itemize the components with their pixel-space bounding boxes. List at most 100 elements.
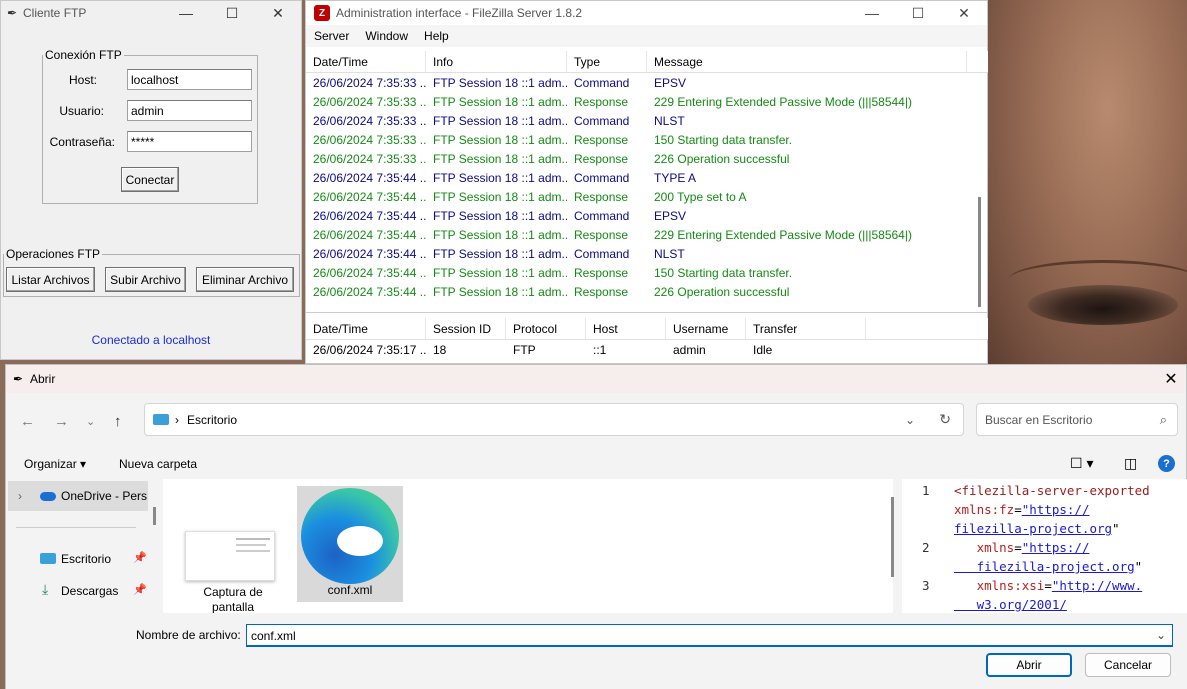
dialog-titlebar: ✒ Abrir ✕ [6, 365, 1186, 393]
log-type: Command [574, 208, 630, 223]
breadcrumb[interactable]: Escritorio [187, 413, 237, 427]
log-header-date[interactable]: Date/Time [306, 51, 426, 72]
file-name: conf.xml [327, 583, 373, 597]
log-type: Command [574, 113, 630, 128]
expand-chevron-icon[interactable]: › [18, 489, 22, 503]
onedrive-cloud-icon [40, 492, 56, 501]
log-row[interactable]: 26/06/2024 7:35:44 ... FTP Session 18 ::1… [306, 168, 988, 187]
log-type: Response [574, 284, 629, 299]
close-button[interactable]: ✕ [255, 5, 301, 22]
list-files-button[interactable]: Listar Archivos [6, 267, 95, 292]
help-icon[interactable]: ? [1158, 455, 1175, 472]
log-date: 26/06/2024 7:35:33 ... [313, 132, 426, 147]
menu-window[interactable]: Window [357, 29, 416, 43]
host-label: Host: [68, 73, 97, 87]
nav-item-descargas[interactable]: ⤓ Descargas 📌 [8, 579, 148, 603]
log-row[interactable]: 26/06/2024 7:35:44 ... FTP Session 18 ::1… [306, 244, 988, 263]
log-date: 26/06/2024 7:35:33 ... [313, 113, 426, 128]
session-header-protocol[interactable]: Protocol [506, 318, 586, 339]
session-header-date[interactable]: Date/Time [306, 318, 426, 339]
log-date: 26/06/2024 7:35:44 ... [313, 189, 426, 204]
session-header-username[interactable]: Username [666, 318, 746, 339]
view-mode-icon[interactable]: ☐ ▾ [1070, 455, 1093, 472]
nav-divider [16, 527, 136, 528]
log-header-info[interactable]: Info [426, 51, 567, 72]
refresh-icon[interactable]: ↻ [939, 411, 951, 428]
log-row[interactable]: 26/06/2024 7:35:33 ... FTP Session 18 ::1… [306, 130, 988, 149]
maximize-button[interactable]: ☐ [895, 5, 941, 22]
log-date: 26/06/2024 7:35:44 ... [313, 208, 426, 223]
nav-item-escritorio[interactable]: Escritorio 📌 [8, 547, 148, 571]
xml-token: = [1014, 502, 1022, 517]
recent-chevron-icon[interactable]: ⌄ [86, 415, 95, 428]
new-folder-button[interactable]: Nueva carpeta [119, 457, 197, 471]
up-arrow-icon[interactable]: ↑ [114, 413, 122, 430]
filezilla-menubar: Server Window Help [306, 25, 987, 47]
log-row[interactable]: 26/06/2024 7:35:33 ... FTP Session 18 ::1… [306, 92, 988, 111]
minimize-button[interactable]: — [163, 5, 209, 21]
log-row[interactable]: 26/06/2024 7:35:44 ... FTP Session 18 ::1… [306, 282, 988, 301]
minimize-button[interactable]: — [849, 5, 895, 21]
file-item-screenshot[interactable]: Captura de pantalla [181, 489, 285, 614]
address-dropdown-icon[interactable]: ⌄ [905, 413, 915, 427]
log-header-message[interactable]: Message [647, 51, 967, 72]
log-scrollbar[interactable] [978, 197, 981, 307]
log-message: 226 Operation successful [654, 151, 790, 166]
session-header: Date/Time Session ID Protocol Host Usern… [306, 318, 988, 340]
file-item-conf-xml[interactable]: conf.xml [297, 486, 403, 602]
log-date: 26/06/2024 7:35:33 ... [313, 94, 426, 109]
user-input[interactable] [127, 100, 252, 121]
log-body: 26/06/2024 7:35:33 ... FTP Session 18 ::1… [306, 73, 988, 301]
log-row[interactable]: 26/06/2024 7:35:33 ... FTP Session 18 ::1… [306, 111, 988, 130]
connection-group-label: Conexión FTP [45, 48, 122, 62]
line-number: 3 [922, 578, 930, 593]
close-button[interactable]: ✕ [941, 5, 987, 22]
nav-item-onedrive[interactable]: › OneDrive - Perso [8, 481, 148, 511]
log-type: Response [574, 132, 629, 147]
preview-line: 1 <filezilla-server-exported [902, 481, 1187, 500]
log-date: 26/06/2024 7:35:44 ... [313, 246, 426, 261]
delete-file-button[interactable]: Eliminar Archivo [196, 267, 294, 292]
log-row[interactable]: 26/06/2024 7:35:44 ... FTP Session 18 ::1… [306, 187, 988, 206]
log-row[interactable]: 26/06/2024 7:35:44 ... FTP Session 18 ::1… [306, 225, 988, 244]
upload-file-button[interactable]: Subir Archivo [105, 267, 186, 292]
log-row[interactable]: 26/06/2024 7:35:44 ... FTP Session 18 ::1… [306, 263, 988, 282]
log-row[interactable]: 26/06/2024 7:35:33 ... FTP Session 18 ::1… [306, 149, 988, 168]
filename-input[interactable]: conf.xml ⌄ [246, 624, 1173, 647]
nav-scrollbar[interactable] [153, 507, 156, 525]
session-row[interactable]: 26/06/2024 7:35:17 ... 18 FTP ::1 admin … [306, 340, 988, 359]
thumbnail-line [236, 538, 270, 540]
connect-button[interactable]: Conectar [121, 167, 179, 192]
log-type: Response [574, 265, 629, 280]
open-button[interactable]: Abrir [986, 653, 1072, 677]
pin-icon: 📌 [133, 584, 147, 596]
log-row[interactable]: 26/06/2024 7:35:33 ... FTP Session 18 ::1… [306, 73, 988, 92]
log-header-type[interactable]: Type [567, 51, 647, 72]
log-message: EPSV [654, 75, 687, 90]
file-list-scrollbar[interactable] [891, 497, 894, 577]
address-bar[interactable]: › Escritorio ⌄ ↻ [144, 403, 964, 436]
log-row[interactable]: 26/06/2024 7:35:44 ... FTP Session 18 ::1… [306, 206, 988, 225]
menu-server[interactable]: Server [306, 29, 357, 43]
menu-help[interactable]: Help [416, 29, 457, 43]
password-input[interactable] [127, 131, 252, 152]
session-header-transfer[interactable]: Transfer [746, 318, 866, 339]
log-date: 26/06/2024 7:35:33 ... [313, 75, 426, 90]
search-box[interactable]: Buscar en Escritorio ⌕ [976, 403, 1178, 436]
thumbnail-line [236, 544, 266, 546]
back-arrow-icon[interactable]: ← [20, 413, 35, 430]
cancel-button[interactable]: Cancelar [1085, 653, 1171, 677]
nav-item-label: OneDrive - Perso [61, 489, 147, 503]
session-username: admin [673, 342, 706, 357]
host-input[interactable] [127, 69, 252, 90]
forward-arrow-icon[interactable]: → [54, 413, 69, 430]
session-header-id[interactable]: Session ID [426, 318, 506, 339]
session-header-host[interactable]: Host [586, 318, 666, 339]
maximize-button[interactable]: ☐ [209, 5, 255, 22]
log-date: 26/06/2024 7:35:44 ... [313, 265, 426, 280]
preview-pane-icon[interactable]: ◫ [1124, 455, 1137, 472]
session-host: ::1 [593, 342, 607, 357]
filename-dropdown-icon[interactable]: ⌄ [1156, 628, 1166, 642]
organize-button[interactable]: Organizar ▾ [24, 457, 86, 471]
close-icon[interactable]: ✕ [1156, 369, 1186, 389]
